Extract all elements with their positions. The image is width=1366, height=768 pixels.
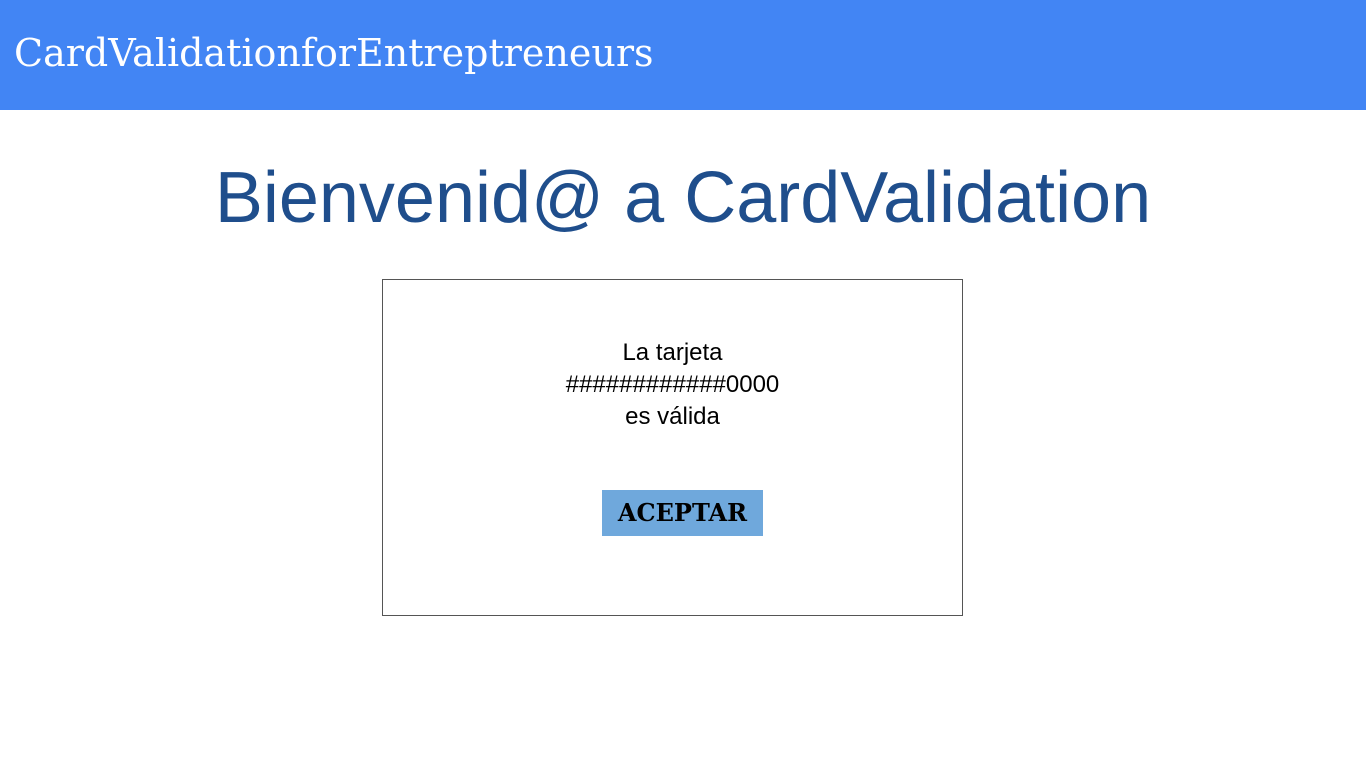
welcome-heading: Bienvenid@ a CardValidation <box>214 158 1152 238</box>
validation-result-dialog: La tarjeta ############0000 es válida AC… <box>382 279 963 616</box>
top-bar: CardValidationforEntreptreneurs <box>0 0 1366 110</box>
message-line-intro: La tarjeta <box>622 339 723 366</box>
validation-message: La tarjeta ############0000 es válida <box>383 337 962 433</box>
message-line-result: es válida <box>625 403 720 430</box>
app-title: CardValidationforEntreptreneurs <box>14 31 654 75</box>
masked-card-number: ############0000 <box>565 371 780 398</box>
accept-button[interactable]: ACEPTAR <box>602 490 763 536</box>
